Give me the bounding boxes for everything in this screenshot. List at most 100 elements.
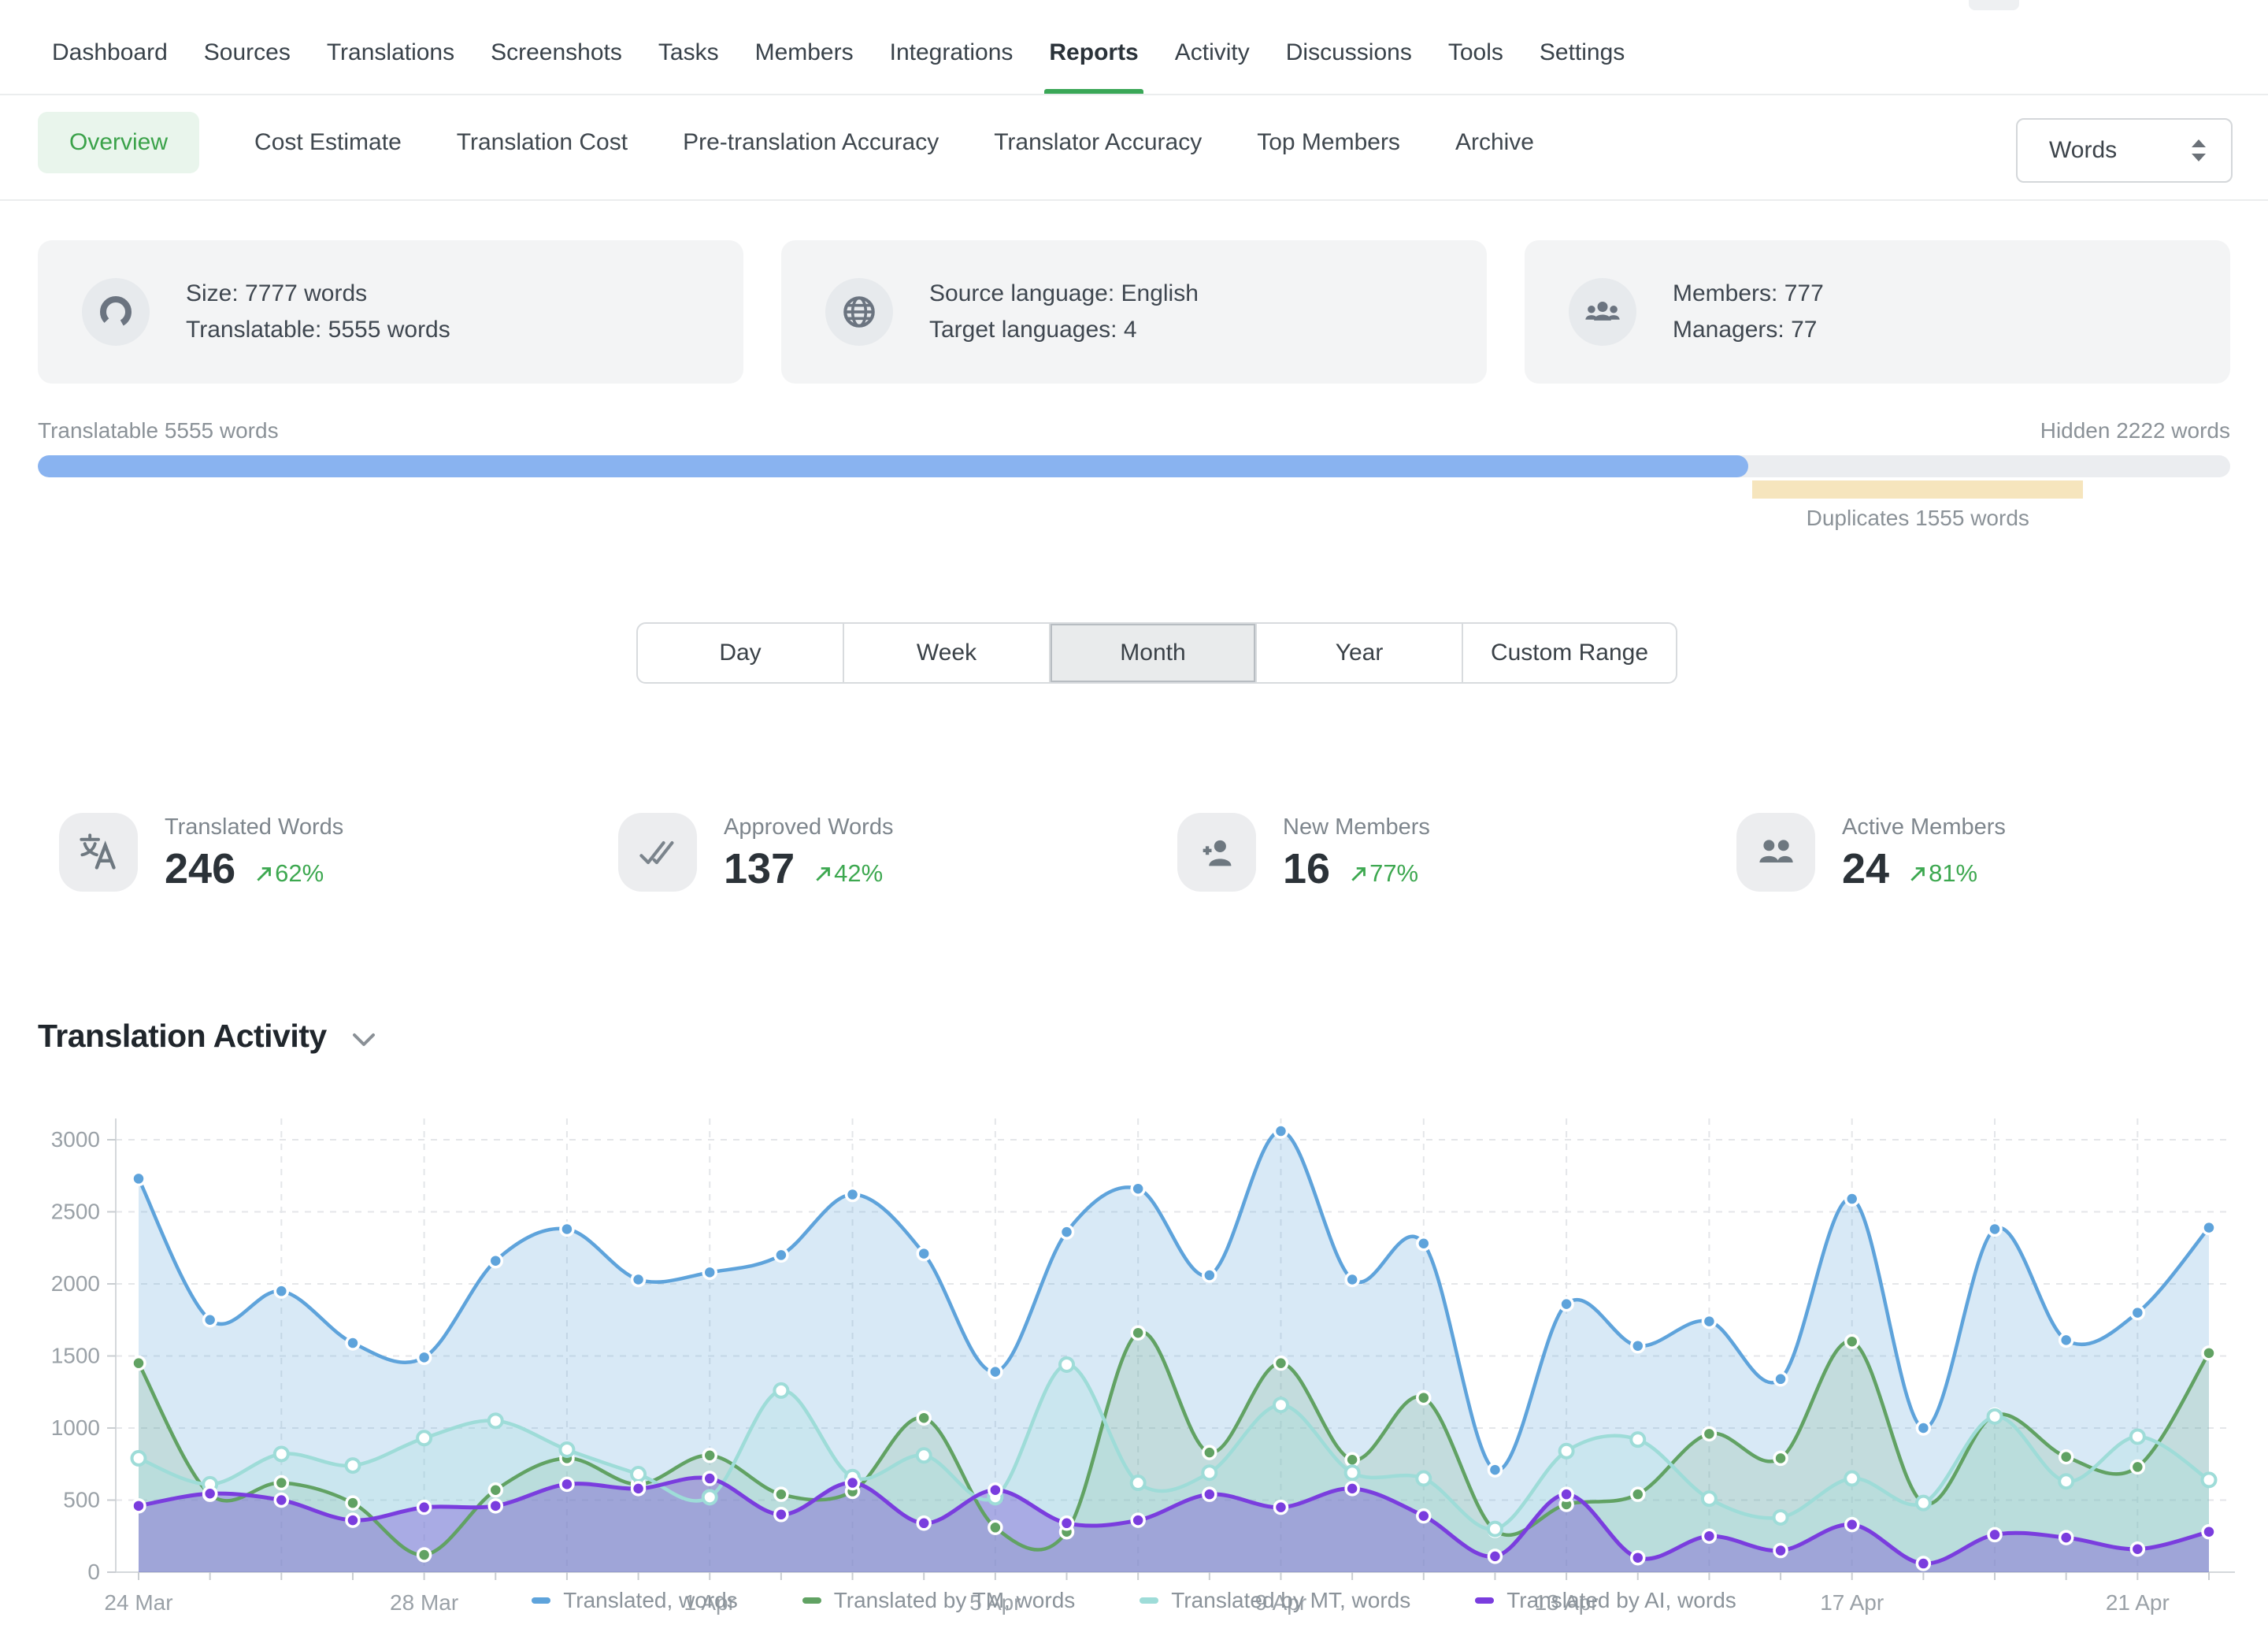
legend-label: Translated by AI, words [1506, 1588, 1736, 1613]
legend-label: Translated by TM, words [834, 1588, 1076, 1613]
nav-item-activity[interactable]: Activity [1175, 32, 1250, 94]
date-range-selector: DayWeekMonthYearCustom Range [636, 622, 1677, 684]
unit-select-value: Words [2049, 137, 2188, 164]
top-navigation: Dashboard Sources Translations Screenshots T… [52, 32, 1625, 94]
stat-value: 16 [1283, 847, 1330, 891]
nav-item-settings[interactable]: Settings [1540, 32, 1625, 94]
nav-item-discussions[interactable]: Discussions [1286, 32, 1412, 94]
target-languages-line: Target languages: 4 [929, 312, 1199, 348]
section-title-row: Translation Activity [38, 1018, 376, 1055]
report-tab-pre-translation-accuracy[interactable]: Pre-translation Accuracy [683, 129, 939, 156]
translate-icon [59, 813, 138, 892]
stat-label: New Members [1283, 814, 1430, 840]
select-arrows-icon [2188, 137, 2209, 164]
legend-swatch [1140, 1597, 1158, 1604]
source-language-line: Source language: English [929, 276, 1199, 312]
people-icon [1736, 813, 1815, 892]
nav-item-tasks[interactable]: Tasks [658, 32, 719, 94]
stat-value: 246 [165, 847, 235, 891]
stat-label: Translated Words [165, 814, 343, 840]
legend-item-translated-by-ai-words[interactable]: Translated by AI, words [1475, 1588, 1736, 1613]
legend-item-translated-by-mt-words[interactable]: Translated by MT, words [1140, 1588, 1410, 1613]
legend-item-translated-words[interactable]: Translated, words [532, 1588, 738, 1613]
translatable-progress-fill [38, 455, 1748, 477]
words-progress-bar [38, 455, 2230, 477]
range-option-day[interactable]: Day [638, 624, 844, 682]
reports-overview-page: Dashboard Sources Translations Screenshots T… [0, 0, 2268, 1647]
double-check-icon [618, 813, 697, 892]
translatable-line: Translatable: 5555 words [186, 312, 450, 348]
stat-delta: 81% [1908, 859, 1977, 888]
duplicates-label: Duplicates 1555 words [1681, 506, 2154, 531]
report-tab-translation-cost[interactable]: Translation Cost [457, 129, 628, 156]
report-tab-top-members[interactable]: Top Members [1257, 129, 1400, 156]
managers-line: Managers: 77 [1673, 312, 1824, 348]
svg-text:0: 0 [87, 1560, 100, 1584]
nav-item-reports[interactable]: Reports [1049, 32, 1138, 94]
trend-up-icon [813, 863, 834, 884]
stat-card-approved-words: Approved Words 137 42% [618, 813, 893, 892]
trend-up-icon [254, 863, 275, 884]
person-add-icon [1177, 813, 1256, 892]
summary-cards: Size: 7777 words Translatable: 5555 word… [38, 240, 2230, 384]
range-option-year[interactable]: Year [1257, 624, 1463, 682]
legend-label: Translated, words [563, 1588, 738, 1613]
svg-text:3000: 3000 [51, 1127, 100, 1152]
svg-text:500: 500 [63, 1488, 100, 1512]
nav-item-sources[interactable]: Sources [204, 32, 291, 94]
progress-labels: Translatable 5555 words Hidden 2222 word… [38, 418, 2230, 443]
members-card: Members: 777 Managers: 77 [1525, 240, 2230, 384]
hidden-label: Hidden 2222 words [2040, 418, 2230, 443]
svg-text:2500: 2500 [51, 1200, 100, 1224]
range-option-custom-range[interactable]: Custom Range [1463, 624, 1676, 682]
stat-delta: 42% [813, 859, 883, 888]
unit-select[interactable]: Words [2016, 118, 2233, 183]
size-line: Size: 7777 words [186, 276, 450, 312]
stat-delta: 77% [1349, 859, 1418, 888]
reports-tabs: Overview Cost Estimate Translation Cost Pre… [38, 111, 1534, 174]
trend-up-icon [1349, 863, 1369, 884]
range-option-week[interactable]: Week [844, 624, 1051, 682]
nav-item-integrations[interactable]: Integrations [890, 32, 1014, 94]
svg-text:2000: 2000 [51, 1271, 100, 1296]
tabs-divider [0, 199, 2268, 201]
stat-label: Approved Words [724, 814, 893, 840]
nav-item-screenshots[interactable]: Screenshots [491, 32, 622, 94]
chart-legend: Translated, words Translated by TM, words… [0, 1588, 2268, 1613]
svg-text:1000: 1000 [51, 1415, 100, 1440]
duplicates-bar [1752, 480, 2083, 499]
project-size-card: Size: 7777 words Translatable: 5555 word… [38, 240, 743, 384]
stat-value: 137 [724, 847, 795, 891]
translatable-label: Translatable 5555 words [38, 418, 279, 443]
stat-card-new-members: New Members 16 77% [1177, 813, 1430, 892]
stat-label: Active Members [1842, 814, 2006, 840]
nav-item-translations[interactable]: Translations [327, 32, 454, 94]
legend-swatch [1475, 1597, 1494, 1604]
stat-card-translated-words: Translated Words 246 62% [59, 813, 343, 892]
stat-delta: 62% [254, 859, 324, 888]
legend-item-translated-by-tm-words[interactable]: Translated by TM, words [802, 1588, 1076, 1613]
report-tab-translator-accuracy[interactable]: Translator Accuracy [994, 129, 1202, 156]
report-tab-overview[interactable]: Overview [38, 112, 199, 173]
range-option-month[interactable]: Month [1051, 624, 1257, 682]
globe-icon [825, 278, 893, 346]
legend-swatch [532, 1597, 550, 1604]
nav-item-tools[interactable]: Tools [1448, 32, 1503, 94]
legend-swatch [802, 1597, 821, 1604]
nav-item-members[interactable]: Members [755, 32, 854, 94]
trend-up-icon [1908, 863, 1929, 884]
stat-card-active-members: Active Members 24 81% [1736, 813, 2006, 892]
chevron-down-icon[interactable] [352, 1033, 376, 1047]
stat-value: 24 [1842, 847, 1889, 891]
legend-label: Translated by MT, words [1171, 1588, 1410, 1613]
report-tab-cost-estimate[interactable]: Cost Estimate [254, 129, 402, 156]
report-tab-archive[interactable]: Archive [1455, 129, 1534, 156]
svg-text:1500: 1500 [51, 1344, 100, 1368]
members-line: Members: 777 [1673, 276, 1824, 312]
section-title: Translation Activity [38, 1018, 327, 1055]
progress-ring-icon [82, 278, 150, 346]
nav-divider [0, 94, 2268, 95]
cut-off-widget [1969, 0, 2019, 10]
languages-card: Source language: English Target language… [781, 240, 1487, 384]
nav-item-dashboard[interactable]: Dashboard [52, 32, 168, 94]
